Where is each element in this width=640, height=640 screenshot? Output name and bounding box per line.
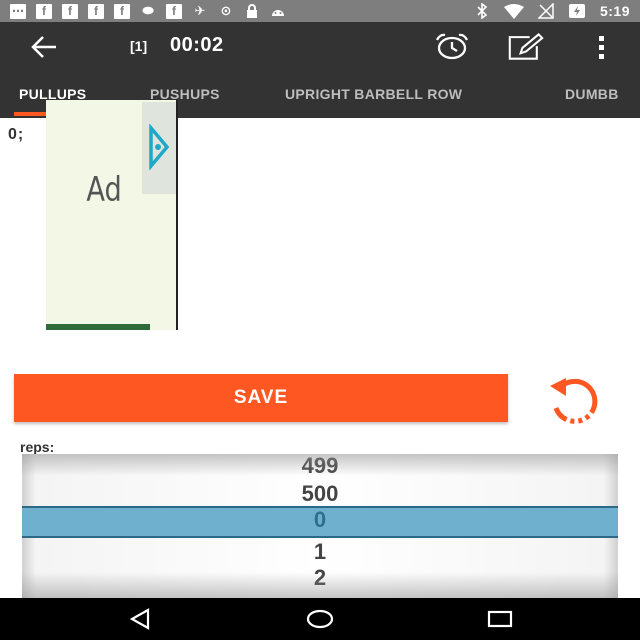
undo-icon	[550, 378, 598, 424]
save-button[interactable]: SAVE	[14, 374, 508, 422]
status-bar: ⋯ f f f f ⬬ f ✈ ⊙ 5:19	[0, 0, 640, 22]
facebook-icon: f	[114, 3, 130, 19]
tab-upright-barbell-row[interactable]: UPRIGHT BARBELL ROW	[285, 86, 462, 102]
facebook-icon: f	[166, 3, 182, 19]
system-icons: 5:19	[474, 2, 630, 20]
picker-value[interactable]: 500	[22, 480, 618, 508]
ad-label: Ad	[86, 170, 122, 210]
edit-button[interactable]	[508, 32, 544, 62]
nav-home-button[interactable]	[300, 606, 340, 632]
facebook-icon: f	[88, 3, 104, 19]
navigation-bar	[0, 598, 640, 640]
android-icon	[270, 3, 286, 19]
nav-recents-button[interactable]	[480, 606, 520, 632]
overflow-menu-icon	[599, 36, 604, 59]
picker-value[interactable]: 1	[22, 538, 618, 566]
notification-icons: ⋯ f f f f ⬬ f ✈ ⊙	[10, 2, 286, 20]
no-signal-icon	[537, 3, 554, 19]
reps-number-picker[interactable]: 499 500 0 1 2	[22, 454, 618, 598]
satellite-icon: ✈	[194, 3, 206, 18]
alarm-clock-icon	[435, 33, 469, 60]
ad-progress-bar	[46, 324, 150, 330]
tab-dumbbell[interactable]: DUMBB	[565, 86, 619, 102]
message-icon: ⋯	[10, 3, 26, 19]
play-triangle-icon	[149, 124, 170, 170]
picker-selected-value[interactable]: 0	[22, 506, 618, 538]
picker-value[interactable]: 2	[22, 564, 618, 592]
bluetooth-icon	[474, 3, 490, 19]
alarm-button[interactable]	[434, 32, 470, 62]
reps-label: reps:	[20, 439, 55, 455]
lock-icon	[244, 3, 260, 19]
facebook-icon: f	[62, 3, 78, 19]
chat-bubble-icon: ⬬	[142, 3, 154, 18]
overflow-menu-button[interactable]	[584, 32, 620, 62]
set-index: [1]	[130, 38, 148, 54]
rest-timer: 00:02	[170, 34, 224, 56]
toolbar: [1] 00:02	[0, 22, 640, 72]
nav-back-icon	[129, 608, 150, 630]
edit-icon	[508, 32, 544, 60]
picker-value[interactable]: 499	[22, 454, 618, 480]
nav-back-button[interactable]	[120, 606, 160, 632]
nav-recents-icon	[487, 610, 513, 628]
back-arrow-icon	[31, 36, 56, 58]
exercise-record: 0;	[8, 126, 25, 143]
ad-banner[interactable]: Ad	[46, 100, 178, 330]
wifi-icon	[503, 3, 524, 19]
adchoices-button[interactable]	[142, 102, 176, 194]
battery-charging-icon	[568, 3, 586, 19]
nav-home-icon	[306, 609, 334, 629]
sync-icon: ⊙	[220, 3, 232, 18]
back-button[interactable]	[26, 32, 60, 62]
undo-button[interactable]	[540, 374, 616, 424]
facebook-icon: f	[36, 3, 52, 19]
clock: 5:19	[599, 3, 630, 19]
